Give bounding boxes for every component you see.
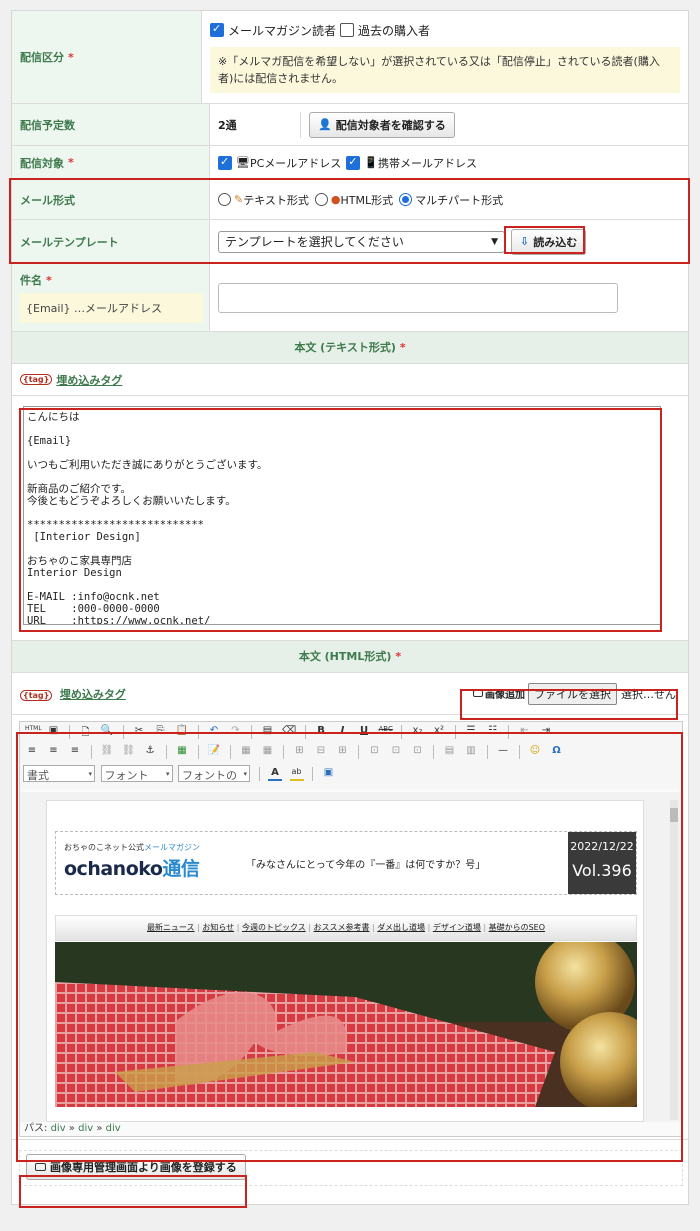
delivery-target-row: 配信対象* 🖥 PCメールアドレス 📱 携帯メールアドレス [12,146,688,180]
subject-input[interactable] [218,282,618,313]
text-embed-tag-link[interactable]: 埋め込みタグ [56,372,122,388]
subject-row: 件名 * {Email} …メールアドレス [12,264,688,332]
delivery-category-row: 配信区分* メールマガジン読者 過去の購入者 ※「メルマガ配信を希望しない」が選… [12,11,688,104]
pc-icon: 🖥 [236,156,250,169]
person-icon: 👤 [318,118,332,131]
subject-label: 件名 [20,274,42,287]
past-buyer-checkbox[interactable] [340,23,355,37]
tag-icon: {tag} [20,689,53,701]
delivery-target-label: 配信対象 * [12,146,210,179]
image-icon [35,1163,46,1171]
highlight-html-editor [16,732,683,1162]
newsletter-reader-label: メールマガジン読者 [228,23,337,38]
delivery-category-label: 配信区分 * [12,11,202,103]
text-embed-tag-row: {tag} 埋め込みタグ [12,364,688,396]
highlight-format-template [9,178,690,264]
highlight-register-image [19,1175,247,1208]
confirm-recipients-button[interactable]: 👤 配信対象者を確認する [309,111,455,138]
highlight-image-add [460,689,678,720]
scheduled-count-value: 2通 [218,118,237,132]
text-body-header: 本文 (テキスト形式) * [12,332,688,364]
highlight-load-button [504,226,585,254]
subject-tag-hint: {Email} …メールアドレス [20,293,203,323]
html-body-header: 本文 (HTML形式) * [12,641,688,673]
tag-icon: {tag} [20,374,53,385]
highlight-text-body [19,408,662,632]
delivery-note: ※「メルマガ配信を希望しない」が選択されている又は「配信停止」されている読者(購… [210,46,680,93]
mobile-mail-checkbox[interactable] [346,155,361,170]
mobile-phone-icon: 📱 [364,156,378,169]
newsletter-reader-checkbox[interactable] [210,22,224,37]
scheduled-count-label: 配信予定数 [12,104,210,145]
scheduled-count-row: 配信予定数 2通 👤 配信対象者を確認する [12,104,688,146]
pc-mail-checkbox[interactable] [218,155,232,170]
past-buyer-label: 過去の購入者 [358,23,431,38]
html-embed-tag-link[interactable]: 埋め込みタグ [60,688,126,701]
